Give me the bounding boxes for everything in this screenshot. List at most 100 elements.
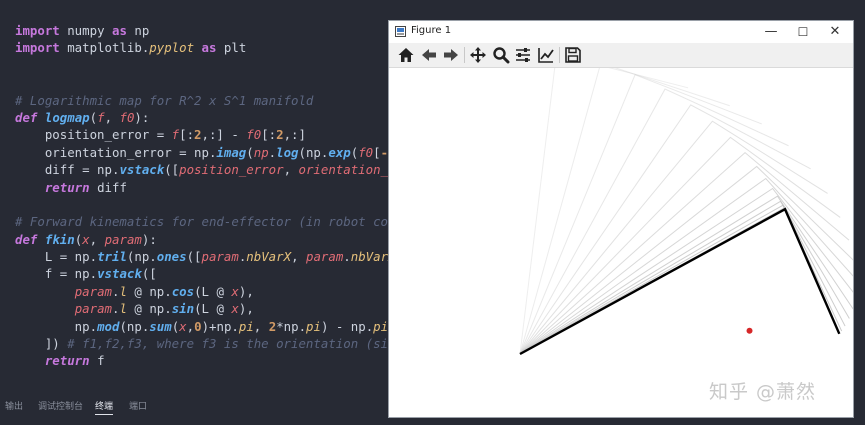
code-token: nbVarX <box>246 249 292 265</box>
code-token: cos <box>171 283 195 299</box>
code-token: (np. <box>119 318 150 334</box>
plot-canvas[interactable] <box>389 53 857 417</box>
code-line[interactable] <box>15 74 388 91</box>
code-token: ( <box>246 144 254 160</box>
code-line[interactable]: diff = np.vstack([position_error, orient… <box>15 161 388 178</box>
code-line[interactable]: param.l @ np.cos(L @ x), <box>15 283 388 300</box>
code-token: plt <box>216 40 247 56</box>
code-editor[interactable]: import numpy as np import matplotlib.pypl… <box>0 0 388 390</box>
code-token: param <box>74 283 112 299</box>
code-line[interactable]: import matplotlib.pyplot as plt <box>15 39 388 56</box>
code-token: # Forward kinematics for end-effector (i… <box>15 214 388 230</box>
code-token: )+np. <box>201 318 239 334</box>
code-line[interactable]: position_error = f[:2,:] - f0[:2,:] <box>15 126 388 143</box>
code-line[interactable]: L = np.tril(np.ones([param.nbVarX, param… <box>15 248 388 265</box>
figure-toolbar <box>389 43 853 68</box>
code-token: f = np. <box>15 266 98 282</box>
configure-subplots-icon[interactable] <box>514 46 532 64</box>
figure-window[interactable]: Figure 1 — ☐ ✕ 知乎 @萧然 <box>388 20 857 418</box>
code-token: # Logarithmic map for R^2 x S^1 manifold <box>15 92 314 108</box>
code-line[interactable]: param.l @ np.sin(L @ x), <box>15 300 388 317</box>
code-token: x <box>82 231 90 247</box>
code-token: [: <box>261 127 277 143</box>
code-token: x <box>231 283 239 299</box>
code-token: . <box>268 144 277 160</box>
code-token: matplotlib. <box>59 40 150 56</box>
code-token: exp <box>328 144 351 160</box>
code-token: as <box>201 40 217 56</box>
minimize-button[interactable]: — <box>755 21 787 43</box>
bottom-panel-tabs: 输出 调试控制台 终端 端口 <box>0 390 388 425</box>
code-token: import <box>15 23 60 38</box>
code-token: l <box>119 301 127 317</box>
code-token: diff = np. <box>15 162 120 178</box>
code-token: (np. <box>298 144 329 160</box>
figure-icon <box>395 26 406 37</box>
code-token: L = np. <box>15 249 98 265</box>
code-line[interactable]: return f <box>15 352 388 369</box>
code-token: 2 <box>276 127 284 143</box>
code-token: f0 <box>246 127 262 143</box>
code-token: np. <box>15 318 98 334</box>
code-token: param <box>74 301 112 317</box>
code-token: ,:] - <box>201 127 247 143</box>
code-token: x <box>179 318 187 334</box>
code-line[interactable]: def fkin(x, param): <box>15 231 388 248</box>
edit-axis-icon[interactable] <box>537 46 555 64</box>
maximize-button[interactable]: ☐ <box>787 21 819 43</box>
home-icon[interactable] <box>397 46 415 64</box>
arm-trail-pose <box>519 62 730 355</box>
code-token: np <box>126 23 150 38</box>
panel-tab[interactable]: 输出 <box>5 399 23 412</box>
code-token: ]) <box>15 336 68 352</box>
code-line[interactable]: f = np.vstack([ <box>15 265 388 282</box>
arm-plot[interactable] <box>389 53 857 417</box>
code-token: # f1,f2,f3, where f3 is the orientation … <box>67 336 388 352</box>
code-line[interactable]: return diff <box>15 179 388 196</box>
arm-trail-pose <box>519 53 689 355</box>
code-line[interactable]: ]) # f1,f2,f3, where f3 is the orientati… <box>15 335 388 352</box>
code-token: , <box>253 318 269 334</box>
window-titlebar[interactable]: Figure 1 — ☐ ✕ <box>389 21 853 43</box>
close-button[interactable]: ✕ <box>819 21 851 43</box>
code-line[interactable] <box>15 196 388 213</box>
code-token: ones <box>156 249 187 265</box>
code-line[interactable]: # Logarithmic map for R^2 x S^1 manifold <box>15 92 388 109</box>
code-token: @ np. <box>126 301 172 317</box>
code-token: 2 <box>194 127 202 143</box>
panel-tab[interactable]: 终端 <box>95 399 114 415</box>
code-line[interactable]: np.mod(np.sum(x,0)+np.pi, 2*np.pi) - np.… <box>15 318 388 335</box>
save-icon[interactable] <box>564 46 582 64</box>
code-token: param <box>201 249 239 265</box>
code-token: , <box>291 249 306 265</box>
panel-tab[interactable]: 调试控制台 <box>38 399 83 412</box>
code-line[interactable]: import numpy as np <box>15 22 388 39</box>
code-lines[interactable]: import numpy as np import matplotlib.pypl… <box>15 22 388 370</box>
code-token: f0 <box>358 144 374 160</box>
code-line[interactable]: def logmap(f, f0): <box>15 109 388 126</box>
code-token: -1 <box>380 144 388 160</box>
panel-tab[interactable]: 端口 <box>129 399 147 412</box>
code-token: param <box>104 231 142 247</box>
code-line[interactable] <box>15 57 388 74</box>
toolbar-separator <box>464 47 465 63</box>
code-token: ), <box>238 301 254 317</box>
code-token: (np. <box>126 249 157 265</box>
code-token: pi <box>373 318 388 334</box>
pan-icon[interactable] <box>469 46 487 64</box>
code-token: [: <box>179 127 195 143</box>
code-token: return <box>44 353 90 369</box>
code-token: , <box>186 318 195 334</box>
back-arrow-icon[interactable] <box>420 46 438 64</box>
code-line[interactable]: orientation_error = np.imag(np.log(np.ex… <box>15 144 388 161</box>
arm-trail-pose <box>519 120 828 355</box>
code-token: ) - np. <box>320 318 374 334</box>
code-line[interactable]: # Forward kinematics for end-effector (i… <box>15 213 388 230</box>
watermark: 知乎 @萧然 <box>709 381 817 403</box>
code-token: numpy <box>59 23 112 38</box>
forward-arrow-icon[interactable] <box>442 46 460 64</box>
code-token: f0 <box>119 109 135 125</box>
zoom-icon[interactable] <box>492 46 510 64</box>
code-token: @ np. <box>126 283 172 299</box>
